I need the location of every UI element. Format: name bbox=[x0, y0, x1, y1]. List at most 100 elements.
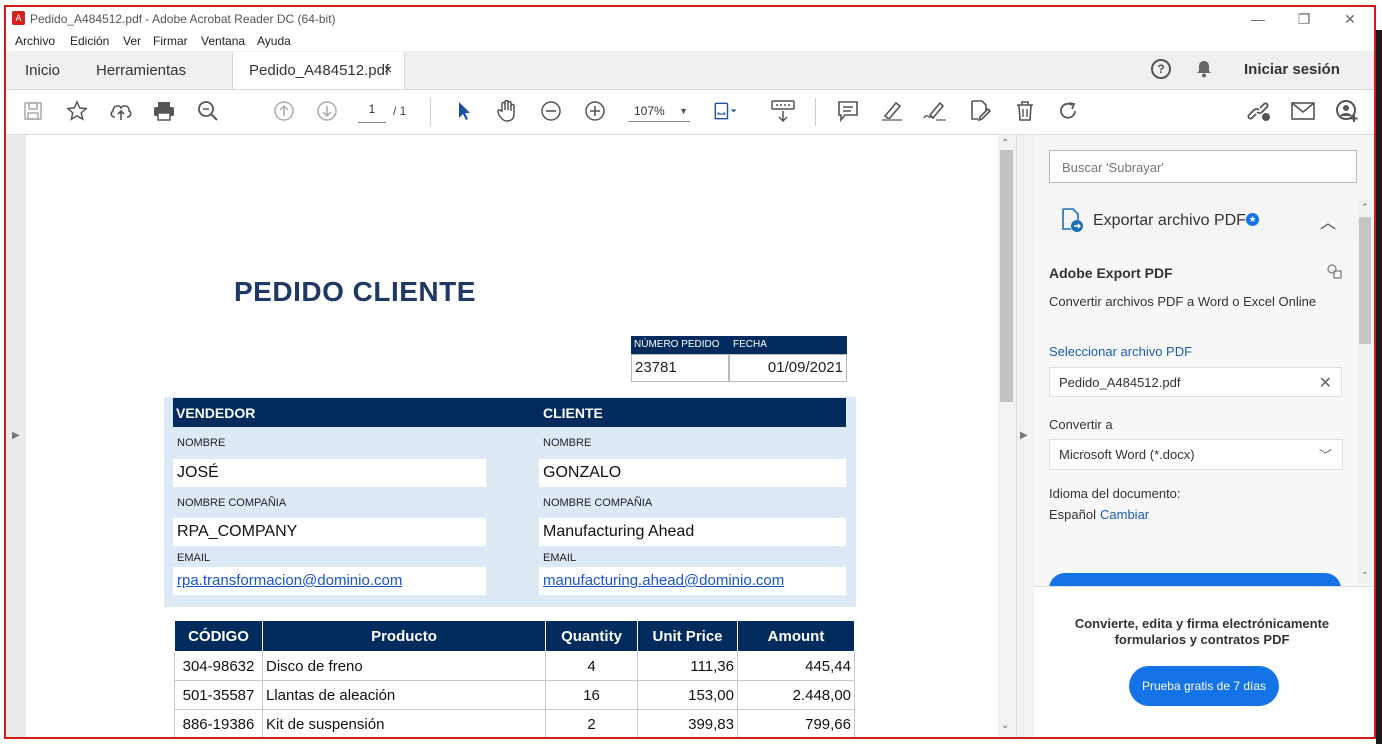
toolbar-separator-2 bbox=[815, 98, 816, 126]
acrobat-logo-icon: A bbox=[12, 11, 25, 25]
change-language-link[interactable]: Cambiar bbox=[1100, 507, 1149, 522]
chevron-down-icon: ﹀ bbox=[1318, 448, 1332, 463]
selected-file-field[interactable]: Pedido_A484512.pdf ✕ bbox=[1049, 367, 1342, 397]
menu-firmar[interactable]: Firmar bbox=[153, 34, 188, 48]
window-title: Pedido_A484512.pdf - Adobe Acrobat Reade… bbox=[30, 12, 336, 26]
cell-amount: 445,44 bbox=[737, 651, 855, 681]
trial-button[interactable]: Prueba gratis de 7 días bbox=[1129, 666, 1279, 706]
page-number-input[interactable]: 1 bbox=[358, 102, 386, 123]
sign-pen-icon[interactable] bbox=[922, 98, 948, 124]
comment-icon[interactable] bbox=[835, 98, 861, 124]
star-icon[interactable] bbox=[64, 98, 90, 124]
zoom-in-icon[interactable] bbox=[582, 98, 608, 124]
page-up-icon[interactable] bbox=[271, 98, 297, 124]
doc-scroll-thumb[interactable] bbox=[1000, 150, 1013, 402]
select-arrow-icon[interactable] bbox=[451, 98, 477, 124]
table-row: 886-19386 Kit de suspensión 2 399,83 799… bbox=[174, 709, 855, 739]
page-down-icon[interactable] bbox=[314, 98, 340, 124]
restore-button[interactable]: ❐ bbox=[1284, 9, 1324, 29]
convert-format-value: Microsoft Word (*.docx) bbox=[1059, 447, 1195, 462]
col-amount: Amount bbox=[737, 620, 855, 652]
cell-amount: 799,66 bbox=[737, 709, 855, 739]
toolbar-separator bbox=[430, 98, 431, 126]
search-input[interactable]: Buscar 'Subrayar' bbox=[1049, 150, 1357, 183]
doc-language-value: Español bbox=[1049, 507, 1096, 522]
save-icon[interactable] bbox=[20, 98, 46, 124]
vendor-name: JOSÉ bbox=[173, 459, 486, 487]
tab-inicio[interactable]: Inicio bbox=[25, 62, 60, 79]
vendor-email-field: rpa.transformacion@dominio.com bbox=[173, 567, 486, 595]
parties-header bbox=[173, 398, 846, 427]
menu-ayuda[interactable]: Ayuda bbox=[257, 34, 291, 48]
client-email-link[interactable]: manufacturing.ahead@dominio.com bbox=[543, 572, 784, 589]
export-settings-icon[interactable] bbox=[1326, 263, 1342, 284]
cell-quantity: 16 bbox=[545, 680, 638, 710]
bell-icon[interactable] bbox=[1196, 60, 1212, 83]
right-panel-scroll-thumb[interactable] bbox=[1359, 217, 1371, 344]
zoom-out-icon[interactable] bbox=[538, 98, 564, 124]
help-icon[interactable]: ? bbox=[1151, 59, 1171, 79]
client-email-label: EMAIL bbox=[543, 552, 577, 564]
page-total: / 1 bbox=[393, 104, 407, 118]
chevron-down-icon: ▼ bbox=[679, 106, 688, 116]
vendor-header: VENDEDOR bbox=[176, 405, 256, 421]
hand-tool-icon[interactable] bbox=[494, 98, 520, 124]
trash-icon[interactable] bbox=[1012, 98, 1038, 124]
highlight-pen-icon[interactable] bbox=[879, 98, 905, 124]
clear-file-icon[interactable]: ✕ bbox=[1319, 373, 1332, 393]
order-date-header: FECHA bbox=[733, 339, 767, 350]
scroll-mode-icon[interactable] bbox=[770, 98, 796, 124]
signin-button[interactable]: Iniciar sesión bbox=[1244, 61, 1340, 78]
zoom-select[interactable]: 107% ▼ bbox=[628, 100, 690, 122]
cell-product: Disco de freno bbox=[262, 651, 546, 681]
minimize-button[interactable]: — bbox=[1238, 9, 1278, 29]
menu-edicion[interactable]: Edición bbox=[70, 34, 109, 48]
table-row: 501-35587 Llantas de aleación 16 153,00 … bbox=[174, 680, 855, 710]
page-fit-icon[interactable] bbox=[713, 98, 739, 124]
items-header-row: CÓDIGO Producto Quantity Unit Price Amou… bbox=[174, 620, 855, 652]
cell-quantity: 4 bbox=[545, 651, 638, 681]
vendor-email-label: EMAIL bbox=[177, 552, 211, 564]
cloud-upload-icon[interactable] bbox=[108, 98, 134, 124]
collapse-chevron-icon[interactable]: ︿ bbox=[1320, 209, 1336, 233]
cell-quantity: 2 bbox=[545, 709, 638, 739]
cell-product: Kit de suspensión bbox=[262, 709, 546, 739]
right-panel-toggle-icon[interactable]: ▶ bbox=[1020, 430, 1028, 441]
rp-scroll-up-icon[interactable]: ⌃ bbox=[1361, 202, 1369, 213]
menu-ventana[interactable]: Ventana bbox=[201, 34, 245, 48]
tab-document-label: Pedido_A484512.pdf bbox=[249, 62, 390, 79]
client-email-field: manufacturing.ahead@dominio.com bbox=[539, 567, 846, 595]
promo-section bbox=[1034, 586, 1374, 738]
scroll-down-icon[interactable]: ⌄ bbox=[1001, 720, 1009, 731]
export-panel bbox=[1034, 240, 1358, 586]
close-window-button[interactable]: ✕ bbox=[1330, 9, 1370, 29]
select-file-link[interactable]: Seleccionar archivo PDF bbox=[1049, 344, 1192, 359]
tab-close-icon[interactable]: × bbox=[384, 61, 392, 77]
table-row: 304-98632 Disco de freno 4 111,36 445,44 bbox=[174, 651, 855, 681]
zoom-search-icon[interactable] bbox=[195, 98, 221, 124]
cell-unit-price: 399,83 bbox=[637, 709, 738, 739]
export-title[interactable]: Exportar archivo PDF bbox=[1093, 212, 1246, 230]
col-unit-price: Unit Price bbox=[637, 620, 738, 652]
tab-herramientas[interactable]: Herramientas bbox=[96, 62, 186, 79]
scroll-up-icon[interactable]: ⌃ bbox=[1001, 138, 1009, 149]
export-section-title: Adobe Export PDF bbox=[1049, 265, 1173, 281]
client-name: GONZALO bbox=[539, 459, 846, 487]
menu-ver[interactable]: Ver bbox=[123, 34, 141, 48]
window-shadow bbox=[1376, 30, 1382, 744]
email-icon[interactable] bbox=[1290, 98, 1316, 124]
left-panel-toggle-icon[interactable]: ▶ bbox=[12, 430, 20, 441]
order-number: 23781 bbox=[631, 354, 729, 382]
items-table: CÓDIGO Producto Quantity Unit Price Amou… bbox=[174, 620, 855, 739]
share-link-icon[interactable] bbox=[1246, 98, 1272, 124]
fill-sign-icon[interactable] bbox=[967, 98, 993, 124]
print-icon[interactable] bbox=[151, 98, 177, 124]
rotate-icon[interactable] bbox=[1055, 98, 1081, 124]
col-quantity: Quantity bbox=[545, 620, 638, 652]
rp-scroll-down-icon[interactable]: ⌄ bbox=[1361, 566, 1369, 577]
convert-format-select[interactable]: Microsoft Word (*.docx) ﹀ bbox=[1049, 439, 1343, 470]
vendor-email-link[interactable]: rpa.transformacion@dominio.com bbox=[177, 572, 402, 589]
export-pdf-icon bbox=[1060, 207, 1084, 238]
add-user-icon[interactable] bbox=[1334, 98, 1360, 124]
menu-archivo[interactable]: Archivo bbox=[15, 34, 55, 48]
